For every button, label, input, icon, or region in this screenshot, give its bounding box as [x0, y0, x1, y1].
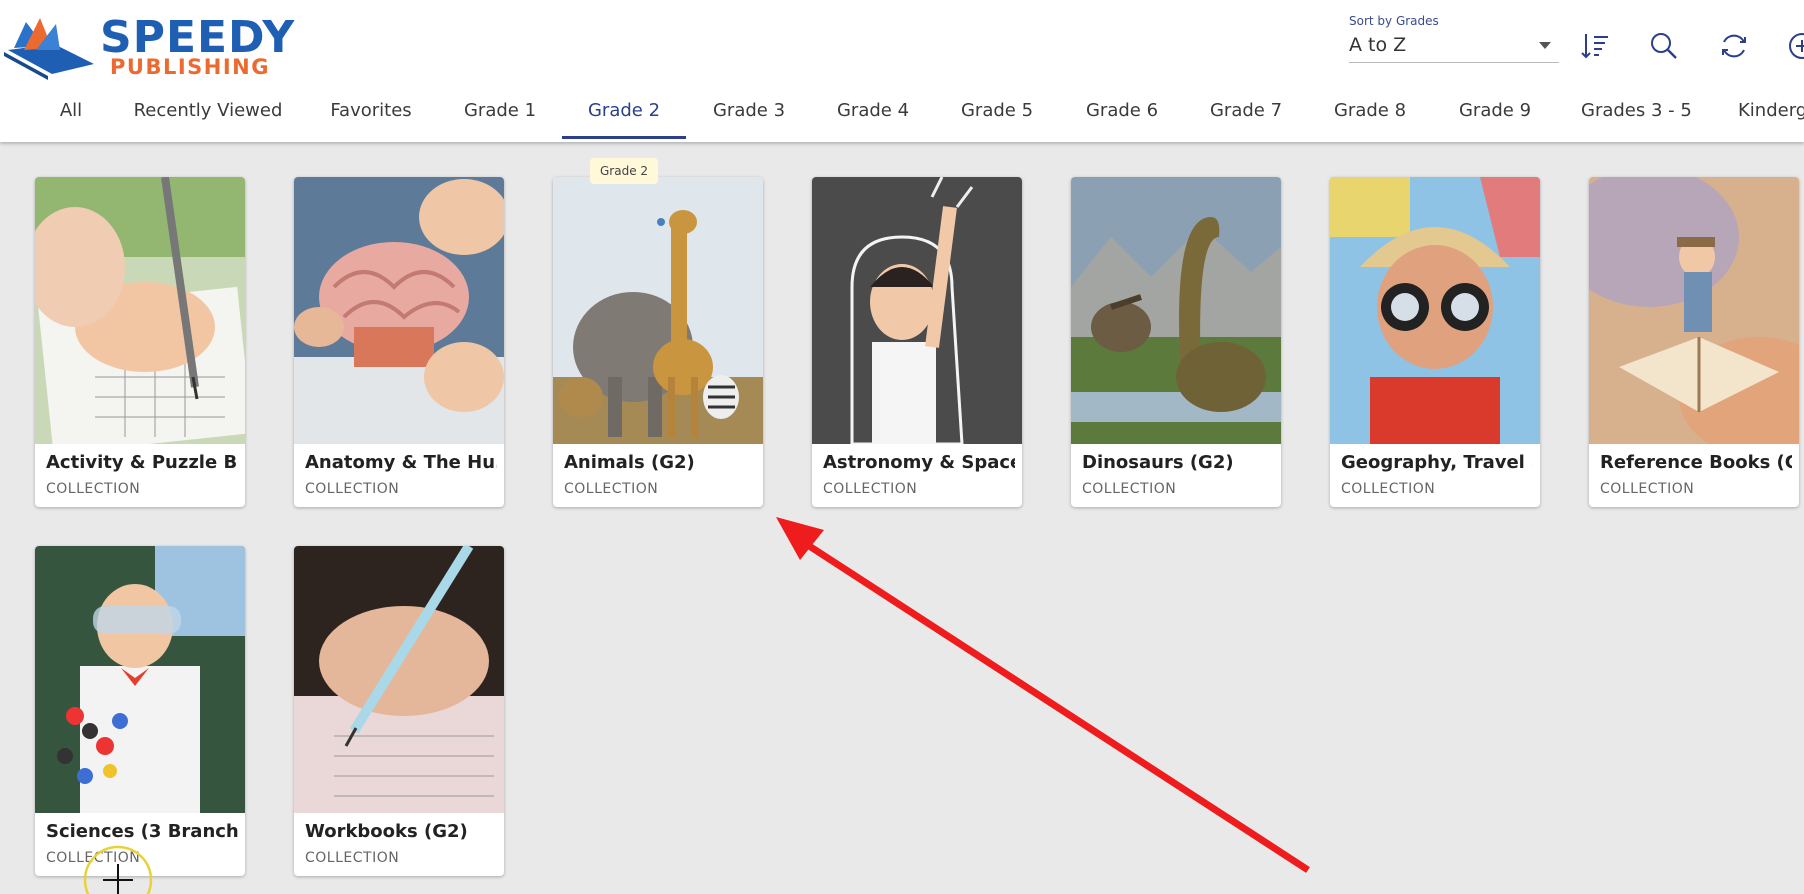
card-type: COLLECTION — [46, 850, 141, 866]
tab-all[interactable]: All — [46, 90, 96, 140]
card-title: Activity & Puzzle Bo... — [46, 452, 238, 473]
card-type: COLLECTION — [46, 481, 141, 497]
refresh-icon[interactable] — [1718, 30, 1750, 62]
tab-grade-2[interactable]: Grade 2 — [562, 90, 686, 140]
tab-recently-viewed[interactable]: Recently Viewed — [128, 90, 288, 140]
card-thumbnail — [294, 177, 504, 444]
sort-label: Sort by Grades — [1349, 14, 1439, 28]
card-thumbnail — [812, 177, 1022, 444]
tab-grade-7[interactable]: Grade 7 — [1204, 90, 1288, 140]
collection-card-dinosaurs[interactable]: Dinosaurs (G2) COLLECTION — [1071, 177, 1281, 507]
card-type: COLLECTION — [823, 481, 918, 497]
collection-card-workbooks[interactable]: Workbooks (G2) COLLECTION — [294, 546, 504, 876]
sort-by-grades-select[interactable]: Sort by Grades A to Z — [1349, 14, 1559, 64]
tab-grade-4[interactable]: Grade 4 — [831, 90, 915, 140]
card-thumbnail — [1589, 177, 1799, 444]
collection-card-sciences[interactable]: Sciences (3 Branche... COLLECTION — [35, 546, 245, 876]
logo-book-icon — [4, 18, 94, 80]
active-tab-indicator — [562, 136, 686, 139]
tab-grade-5[interactable]: Grade 5 — [955, 90, 1039, 140]
card-title: Anatomy & The Hu... — [305, 452, 497, 473]
red-arrow-annotation — [776, 517, 1310, 873]
tab-grade-1[interactable]: Grade 1 — [458, 90, 542, 140]
card-title: Sciences (3 Branche... — [46, 821, 238, 842]
tab-grade-3[interactable]: Grade 3 — [707, 90, 791, 140]
card-title: Animals (G2) — [564, 452, 695, 473]
sort-order-icon[interactable] — [1579, 30, 1611, 62]
tab-grade-6[interactable]: Grade 6 — [1080, 90, 1164, 140]
collection-card-astronomy[interactable]: Astronomy & Space... COLLECTION — [812, 177, 1022, 507]
tab-tooltip: Grade 2 — [590, 158, 659, 184]
top-header: SPEEDY PUBLISHING Sort by Grades A to Z — [0, 0, 1804, 142]
collection-card-animals[interactable]: Animals (G2) COLLECTION — [553, 177, 763, 507]
card-title: Reference Books (G2) — [1600, 452, 1792, 473]
card-thumbnail — [35, 546, 245, 813]
card-thumbnail — [1071, 177, 1281, 444]
search-icon[interactable] — [1648, 30, 1680, 62]
logo-text-publishing: PUBLISHING — [110, 55, 270, 79]
card-type: COLLECTION — [1341, 481, 1436, 497]
select-underline — [1349, 62, 1559, 63]
grade-tabs: All Recently Viewed Favorites Grade 1 Gr… — [0, 90, 1804, 142]
chevron-down-icon — [1539, 42, 1551, 49]
card-thumbnail — [553, 177, 763, 444]
card-title: Workbooks (G2) — [305, 821, 468, 842]
tab-grades-3-5[interactable]: Grades 3 - 5 — [1581, 90, 1692, 140]
collection-card-activity-puzzle[interactable]: Activity & Puzzle Bo... COLLECTION — [35, 177, 245, 507]
card-thumbnail — [35, 177, 245, 444]
brand-logo[interactable]: SPEEDY PUBLISHING — [4, 14, 294, 80]
tab-grade-8[interactable]: Grade 8 — [1328, 90, 1412, 140]
sort-value: A to Z — [1349, 34, 1407, 56]
collection-card-geography[interactable]: Geography, Travel ... COLLECTION — [1330, 177, 1540, 507]
card-type: COLLECTION — [1600, 481, 1695, 497]
card-thumbnail — [294, 546, 504, 813]
tab-kindergarten[interactable]: Kinderg — [1738, 90, 1804, 140]
card-type: COLLECTION — [305, 850, 400, 866]
card-type: COLLECTION — [1082, 481, 1177, 497]
card-title: Astronomy & Space... — [823, 452, 1015, 473]
card-title: Dinosaurs (G2) — [1082, 452, 1234, 473]
card-title: Geography, Travel ... — [1341, 452, 1533, 473]
tab-grade-9[interactable]: Grade 9 — [1453, 90, 1537, 140]
card-type: COLLECTION — [305, 481, 400, 497]
tab-favorites[interactable]: Favorites — [322, 90, 420, 140]
card-thumbnail — [1330, 177, 1540, 444]
add-icon[interactable] — [1786, 30, 1804, 62]
card-type: COLLECTION — [564, 481, 659, 497]
collection-card-anatomy[interactable]: Anatomy & The Hu... COLLECTION — [294, 177, 504, 507]
collection-card-reference-books[interactable]: Reference Books (G2) COLLECTION — [1589, 177, 1799, 507]
